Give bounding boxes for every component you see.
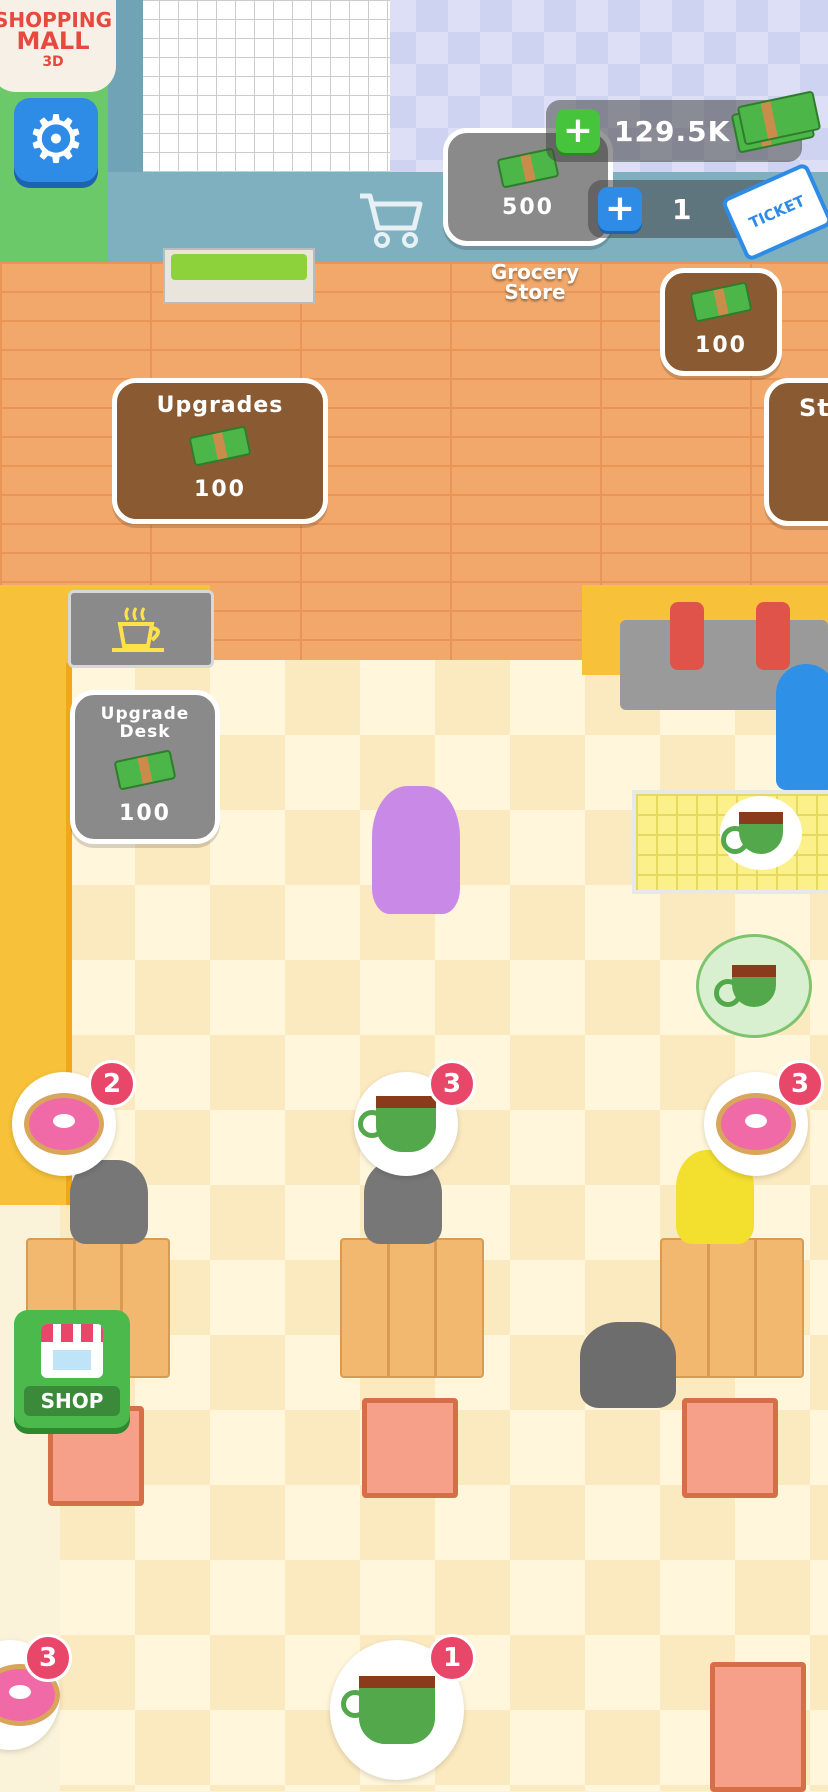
cash-icon (689, 281, 753, 323)
add-ticket-button[interactable]: + (598, 187, 642, 231)
order-count-badge: 2 (88, 1060, 136, 1108)
coffee-cup-icon (68, 590, 214, 668)
right-pad-cost: 100 (695, 333, 747, 358)
worker-character (776, 664, 828, 790)
cart-icon (356, 190, 426, 250)
game-logo: SHOPPING MALL 3D (0, 0, 116, 92)
chair (362, 1398, 458, 1498)
upgrades-pad[interactable]: Upgrades 100 (112, 378, 328, 524)
coffee-pickup-spot (696, 934, 812, 1038)
cash-stack-icon (730, 90, 822, 156)
upgrades-cost: 100 (194, 477, 246, 502)
table (340, 1238, 484, 1378)
player-character (372, 786, 460, 914)
shop-button[interactable]: SHOP (14, 1310, 130, 1428)
coffee-cup-icon (358, 1096, 436, 1152)
coffee-cup-on-counter (720, 796, 802, 870)
upgrades-label: Upgrades (156, 393, 284, 418)
planter (163, 248, 315, 304)
store-unlock-pad-right[interactable]: 100 (660, 268, 782, 376)
settings-button[interactable]: ⚙ (14, 98, 98, 182)
coffee-machine (670, 602, 704, 670)
grocery-cost: 500 (502, 195, 554, 220)
table (660, 1238, 804, 1378)
store-unlock-pad-partial[interactable]: St (764, 378, 828, 526)
add-cash-button[interactable]: + (556, 109, 600, 153)
shop-label: SHOP (24, 1386, 120, 1416)
order-count-badge: 1 (428, 1634, 476, 1682)
order-count-badge: 3 (428, 1060, 476, 1108)
cash-amount: 129.5K (614, 114, 731, 148)
store-icon (41, 1324, 103, 1378)
cash-icon (188, 425, 252, 467)
order-count-badge: 3 (24, 1634, 72, 1682)
ticket-count: 1 (672, 192, 692, 226)
store-tile-floor (140, 0, 390, 175)
upgrade-desk-cost: 100 (119, 801, 171, 826)
chair (710, 1662, 806, 1792)
upgrade-desk-pad[interactable]: Upgrade Desk 100 (70, 690, 220, 844)
coffee-machine (756, 602, 790, 670)
coffee-cup-icon (341, 1676, 435, 1744)
cash-icon (113, 749, 177, 791)
upgrade-desk-label: Upgrade Desk (100, 704, 190, 742)
chair (682, 1398, 778, 1498)
gear-icon: ⚙ (26, 101, 86, 178)
grocery-store-label: Grocery Store (490, 260, 580, 304)
donut-icon (24, 1093, 104, 1155)
order-count-badge: 3 (776, 1060, 824, 1108)
customer (580, 1322, 676, 1408)
